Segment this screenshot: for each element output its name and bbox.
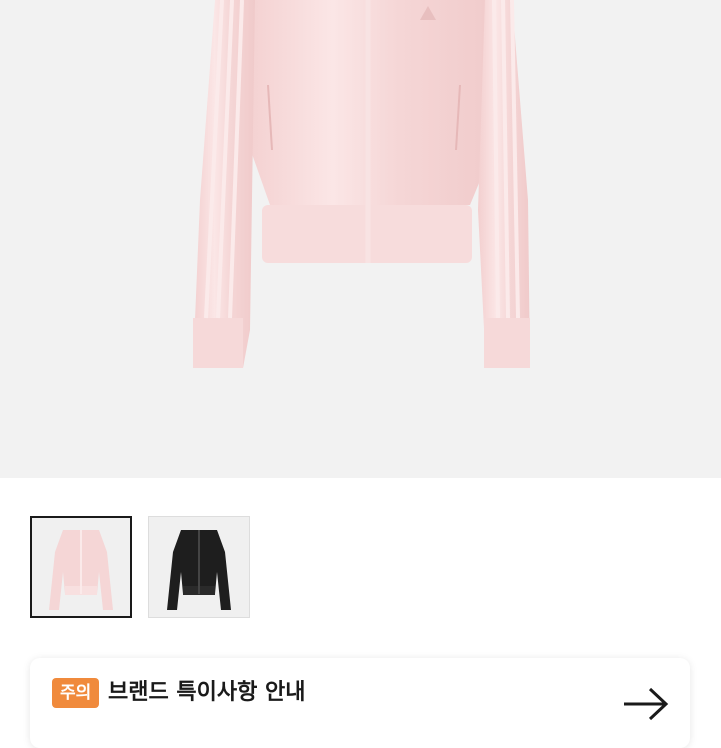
notice-title: 브랜드 특이사항 안내 — [108, 680, 306, 705]
arrow-right-icon[interactable] — [622, 686, 670, 722]
jacket-image — [193, 0, 530, 368]
thumbnail-black-jacket[interactable] — [148, 516, 250, 618]
notice-badge: 주의 — [52, 678, 100, 708]
pink-jacket-thumbnail-image — [49, 530, 113, 610]
product-hero-image — [0, 0, 721, 478]
black-jacket-thumbnail-image — [167, 530, 231, 610]
thumbnail-pink-jacket[interactable] — [30, 516, 132, 618]
thumbnail-list — [30, 516, 250, 618]
brand-notice-card[interactable]: 주의 브랜드 특이사항 안내 — [30, 658, 690, 748]
